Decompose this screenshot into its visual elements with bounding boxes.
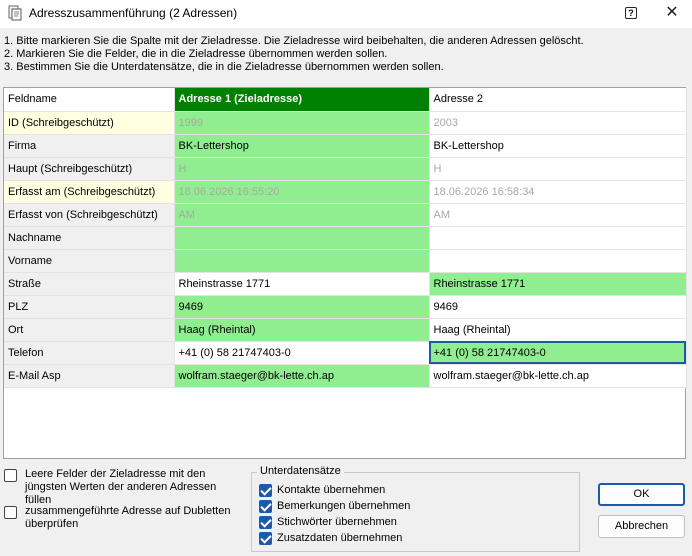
subrecords-title: Unterdatensätze — [257, 465, 344, 477]
table-row: Haupt (Schreibgeschützt) H H — [4, 157, 687, 181]
check-duplicates-option[interactable]: zusammengeführte Adresse auf Dubletten ü… — [4, 505, 244, 531]
help-icon: ? — [625, 7, 637, 19]
keywords-checkbox[interactable] — [259, 516, 272, 529]
grid-header-row: Feldname Adresse 1 (Zieladresse) Adresse… — [4, 88, 687, 112]
address-1-cell[interactable]: Haag (Rheintal) — [174, 318, 430, 342]
table-row: Ort Haag (Rheintal) Haag (Rheintal) — [4, 318, 687, 342]
title-bar: Adresszusammenführung (2 Adressen) ? ✕ — [0, 0, 692, 28]
address-1-cell[interactable]: H — [174, 157, 430, 181]
address-1-cell[interactable]: Rheinstrasse 1771 — [174, 272, 430, 296]
field-name-cell: Ort — [4, 318, 175, 342]
instruction-line: 2. Markieren Sie die Felder, die in die … — [4, 48, 388, 60]
table-row: ID (Schreibgeschützt) 1999 2003 — [4, 111, 687, 135]
address-2-cell[interactable] — [429, 226, 687, 250]
field-name-cell: E-Mail Asp — [4, 364, 175, 388]
table-row: PLZ 9469 9469 — [4, 295, 687, 319]
field-name-cell: ID (Schreibgeschützt) — [4, 111, 175, 135]
address-2-cell[interactable]: 2003 — [429, 111, 687, 135]
close-button[interactable]: ✕ — [660, 3, 684, 23]
address-2-cell[interactable]: +41 (0) 58 21747403-0 — [429, 341, 687, 365]
check-duplicates-label: zusammengeführte Adresse auf Dubletten ü… — [25, 505, 231, 530]
subrecord-remarks[interactable]: Bemerkungen übernehmen — [259, 499, 410, 513]
address-1-cell[interactable]: +41 (0) 58 21747403-0 — [174, 341, 430, 365]
header-address-2[interactable]: Adresse 2 — [429, 88, 687, 112]
merge-app-icon — [7, 5, 23, 21]
fill-empty-checkbox[interactable] — [4, 469, 17, 482]
subrecord-keywords[interactable]: Stichwörter übernehmen — [259, 515, 397, 529]
field-name-cell: Nachname — [4, 226, 175, 250]
subrecord-additional-data[interactable]: Zusatzdaten übernehmen — [259, 531, 402, 545]
table-row: Vorname — [4, 249, 687, 273]
field-name-cell: Erfasst am (Schreibgeschützt) — [4, 180, 175, 204]
field-name-cell: Haupt (Schreibgeschützt) — [4, 157, 175, 181]
contacts-label: Kontakte übernehmen — [277, 483, 386, 496]
address-2-cell[interactable]: H — [429, 157, 687, 181]
table-row: E-Mail Asp wolfram.staeger@bk-lette.ch.a… — [4, 364, 687, 388]
address-1-cell[interactable]: AM — [174, 203, 430, 227]
address-1-cell[interactable]: wolfram.staeger@bk-lette.ch.ap — [174, 364, 430, 388]
header-address-1[interactable]: Adresse 1 (Zieladresse) — [174, 88, 430, 112]
additional-data-checkbox[interactable] — [259, 532, 272, 545]
address-2-cell[interactable]: Rheinstrasse 1771 — [429, 272, 687, 296]
address-2-cell[interactable] — [429, 249, 687, 273]
remarks-label: Bemerkungen übernehmen — [277, 499, 411, 512]
address-1-cell[interactable]: BK-Lettershop — [174, 134, 430, 158]
address-2-cell[interactable]: AM — [429, 203, 687, 227]
address-2-cell[interactable]: 9469 — [429, 295, 687, 319]
check-duplicates-checkbox[interactable] — [4, 506, 17, 519]
address-2-cell[interactable]: wolfram.staeger@bk-lette.ch.ap — [429, 364, 687, 388]
address-1-cell[interactable] — [174, 226, 430, 250]
address-1-cell[interactable] — [174, 249, 430, 273]
instruction-line: 3. Bestimmen Sie die Unterdatensätze, di… — [4, 61, 444, 73]
fill-empty-option[interactable]: Leere Felder der Zieladresse mit den jün… — [4, 468, 244, 507]
field-name-cell: Firma — [4, 134, 175, 158]
cancel-button[interactable]: Abbrechen — [598, 515, 685, 538]
subrecord-contacts[interactable]: Kontakte übernehmen — [259, 483, 385, 497]
fill-empty-label: Leere Felder der Zieladresse mit den jün… — [25, 468, 217, 506]
close-icon: ✕ — [665, 4, 679, 21]
help-button[interactable]: ? — [620, 4, 642, 22]
table-row: Erfasst von (Schreibgeschützt) AM AM — [4, 203, 687, 227]
field-name-cell: PLZ — [4, 295, 175, 319]
address-2-cell[interactable]: 18.06.2026 16:58:34 — [429, 180, 687, 204]
additional-data-label: Zusatzdaten übernehmen — [277, 531, 403, 544]
address-1-cell[interactable]: 9469 — [174, 295, 430, 319]
ok-button[interactable]: OK — [598, 483, 685, 506]
table-row: Nachname — [4, 226, 687, 250]
field-name-cell: Telefon — [4, 341, 175, 365]
keywords-label: Stichwörter übernehmen — [277, 515, 397, 528]
field-name-cell: Straße — [4, 272, 175, 296]
table-row: Telefon +41 (0) 58 21747403-0 +41 (0) 58… — [4, 341, 687, 365]
table-row: Erfasst am (Schreibgeschützt) 18.06.2026… — [4, 180, 687, 204]
merge-grid[interactable]: Feldname Adresse 1 (Zieladresse) Adresse… — [3, 87, 687, 459]
address-2-cell[interactable]: Haag (Rheintal) — [429, 318, 687, 342]
field-name-cell: Erfasst von (Schreibgeschützt) — [4, 203, 175, 227]
header-field-name: Feldname — [4, 88, 175, 112]
address-1-cell[interactable]: 1999 — [174, 111, 430, 135]
instruction-line: 1. Bitte markieren Sie die Spalte mit de… — [4, 35, 584, 47]
instructions: 1. Bitte markieren Sie die Spalte mit de… — [4, 35, 684, 74]
table-row: Firma BK-Lettershop BK-Lettershop — [4, 134, 687, 158]
address-1-cell[interactable]: 18.06.2026 16:55:20 — [174, 180, 430, 204]
table-row: Straße Rheinstrasse 1771 Rheinstrasse 17… — [4, 272, 687, 296]
remarks-checkbox[interactable] — [259, 500, 272, 513]
address-2-cell[interactable]: BK-Lettershop — [429, 134, 687, 158]
contacts-checkbox[interactable] — [259, 484, 272, 497]
window-title: Adresszusammenführung (2 Adressen) — [29, 6, 238, 20]
field-name-cell: Vorname — [4, 249, 175, 273]
